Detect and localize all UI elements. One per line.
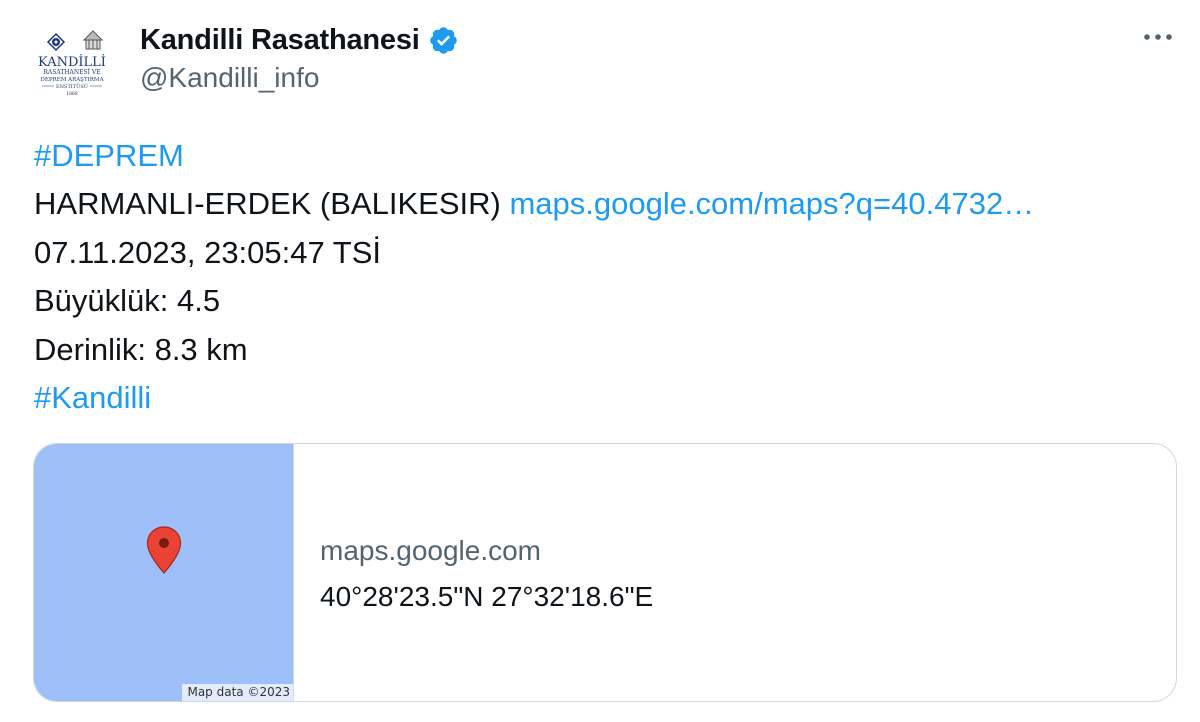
verified-badge-icon bbox=[428, 25, 459, 56]
logo-year: 1868 bbox=[66, 91, 78, 97]
tweet: KANDİLLİ RASATHANESİ VE DEPREM ARAŞTIRMA… bbox=[0, 0, 1200, 722]
map-link[interactable]: maps.google.com/maps?q=40.4732… bbox=[509, 186, 1034, 221]
logo-line-3: ENSTİTÜSÜ bbox=[56, 83, 88, 90]
hashtag-deprem[interactable]: #DEPREM bbox=[34, 138, 184, 173]
avatar[interactable]: KANDİLLİ RASATHANESİ VE DEPREM ARAŞTIRMA… bbox=[20, 18, 124, 122]
map-thumbnail: Map data ©2023 bbox=[34, 444, 294, 701]
hashtag-kandilli[interactable]: #Kandilli bbox=[34, 380, 151, 415]
display-name[interactable]: Kandilli Rasathanesi bbox=[140, 24, 420, 57]
map-credit: Map data ©2023 bbox=[182, 684, 293, 701]
depth-text: Derinlik: 8.3 km bbox=[34, 331, 248, 367]
card-text: maps.google.com 40°28'23.5"N 27°32'18.6"… bbox=[294, 444, 1176, 701]
map-pin-icon bbox=[146, 526, 182, 574]
logo-line-1: RASATHANESİ VE bbox=[43, 69, 100, 76]
card-title: 40°28'23.5"N 27°32'18.6"E bbox=[320, 580, 654, 612]
datetime-text: 07.11.2023, 23:05:47 TSİ bbox=[34, 234, 382, 270]
card-domain: maps.google.com bbox=[320, 534, 542, 566]
author-name-row: Kandilli Rasathanesi bbox=[140, 20, 459, 60]
magnitude-text: Büyüklük: 4.5 bbox=[34, 283, 221, 319]
logo-title: KANDİLLİ bbox=[38, 53, 106, 70]
link-preview-card[interactable]: Map data ©2023 maps.google.com 40°28'23.… bbox=[33, 443, 1177, 702]
author-handle[interactable]: @Kandilli_info bbox=[140, 62, 319, 94]
logo-line-2: DEPREM ARAŞTIRMA bbox=[40, 77, 104, 83]
location-text: HARMANLI-ERDEK (BALIKESIR) bbox=[34, 186, 510, 222]
tweet-text: #DEPREM HARMANLI-ERDEK (BALIKESIR) maps.… bbox=[34, 132, 1174, 422]
kandilli-logo-icon: KANDİLLİ RASATHANESİ VE DEPREM ARAŞTIRMA… bbox=[38, 30, 106, 97]
more-options-icon bbox=[1144, 34, 1172, 40]
more-options-button[interactable] bbox=[1138, 22, 1178, 52]
